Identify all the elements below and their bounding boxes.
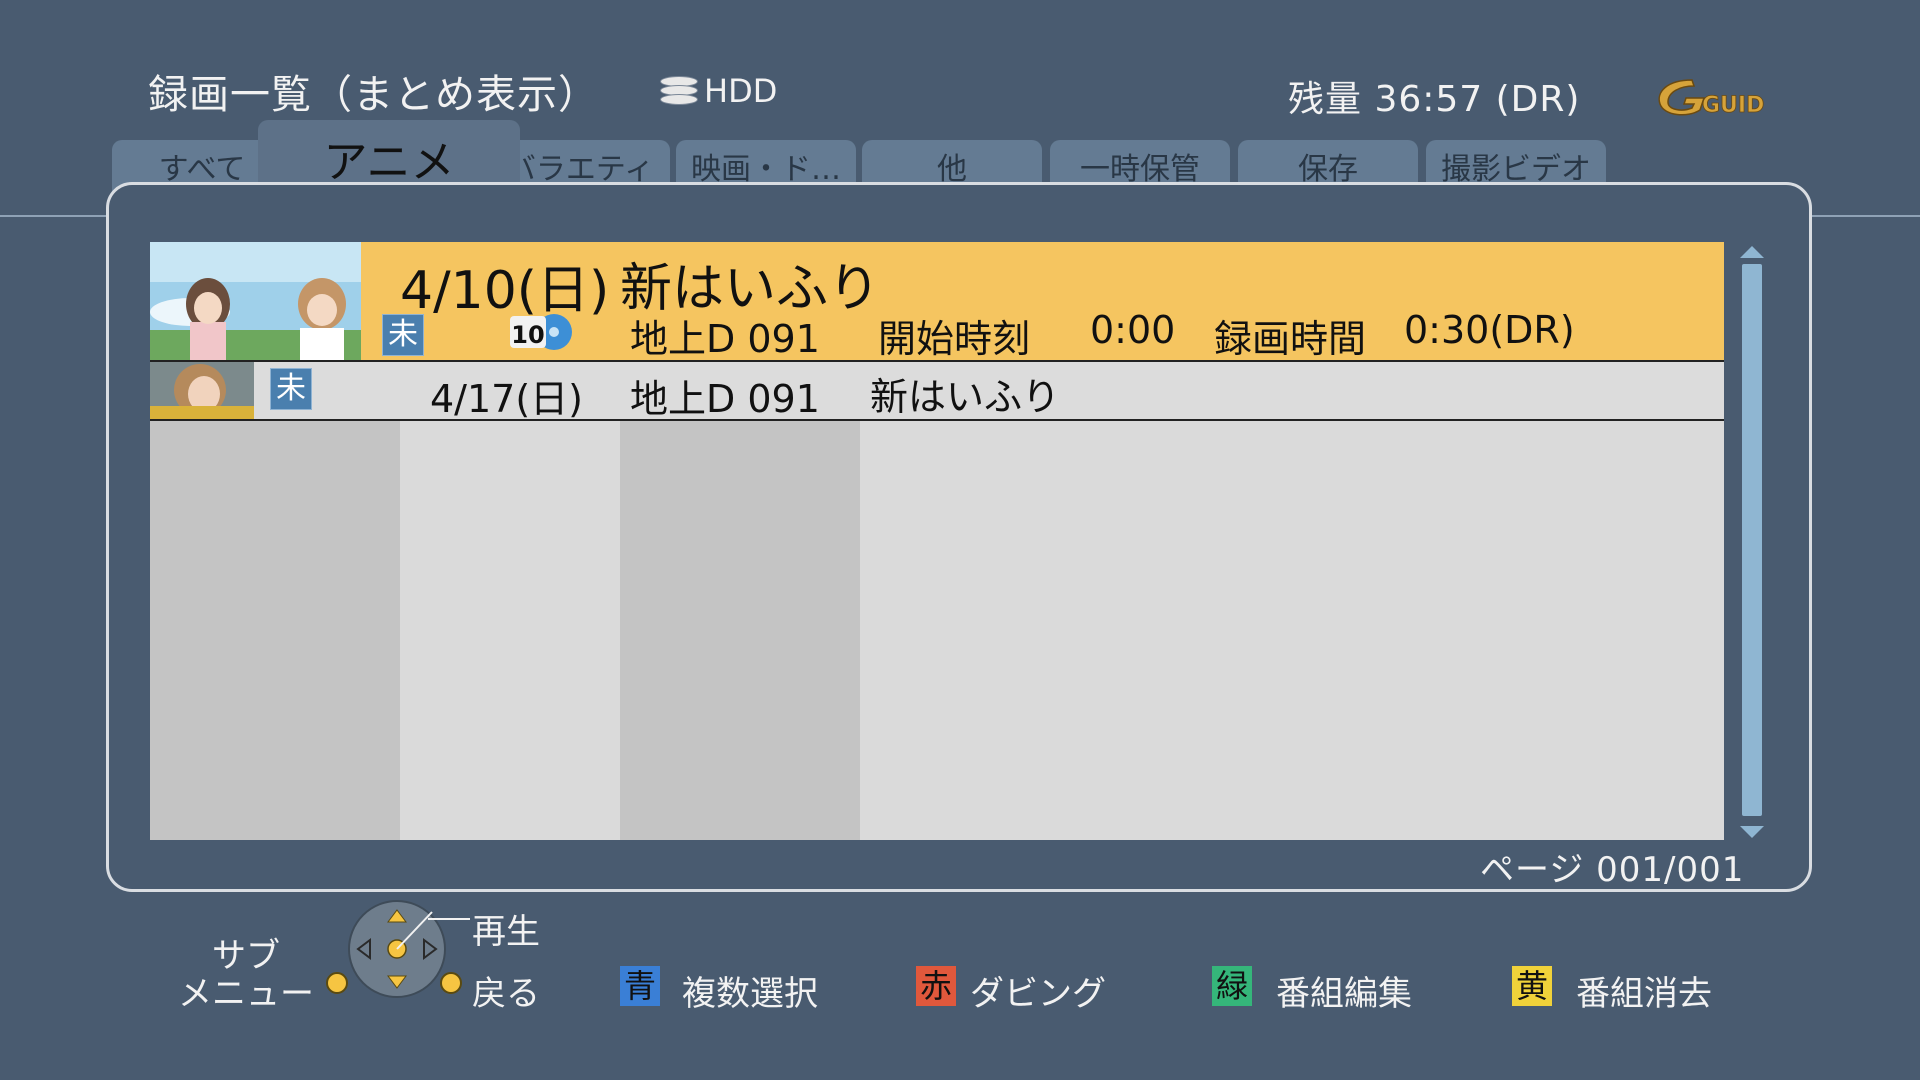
recording-title: 新はいふり	[870, 375, 1061, 419]
yellow-key-badge: 黄	[1512, 966, 1552, 1006]
blue-key-badge: 青	[620, 966, 660, 1006]
row-divider	[150, 419, 1724, 421]
scrollbar[interactable]	[1742, 264, 1762, 816]
selected-date: 4/10(日)	[400, 261, 610, 321]
page-number: 001/001	[1596, 850, 1745, 890]
delete-program-label: 番組消去	[1576, 974, 1712, 1014]
duration: 0:30(DR)	[1404, 308, 1575, 352]
disc-count-icon: 10	[510, 314, 572, 350]
dubbing-label: ダビング	[970, 974, 1106, 1014]
back-label: 戻る	[472, 974, 540, 1014]
submenu-key-icon	[326, 972, 348, 994]
edit-program-label: 番組編集	[1276, 974, 1412, 1014]
hdd-icon	[660, 76, 698, 106]
play-pointer-line	[428, 918, 470, 920]
multi-select-label: 複数選択	[682, 974, 818, 1014]
remaining-capacity: 残量 36:57 (DR)	[1288, 79, 1581, 120]
recording-date: 4/17(日)	[430, 377, 583, 421]
green-key-badge: 緑	[1212, 966, 1252, 1006]
start-time: 0:00	[1090, 308, 1176, 352]
recording-channel: 地上D 091	[630, 377, 820, 421]
selected-channel: 地上D 091	[630, 317, 820, 361]
page-indicator: ページ 001/001	[1480, 842, 1744, 891]
g-guide-logo: GUIDE	[1658, 79, 1764, 118]
dpad-arrows-icon	[356, 909, 438, 989]
scroll-up-arrow-icon[interactable]	[1740, 246, 1764, 258]
page-label: ページ	[1480, 850, 1585, 890]
disc-count: 10	[511, 321, 544, 349]
play-label: 再生	[472, 912, 540, 952]
drive-indicator: HDD	[660, 72, 777, 110]
thumbnail-image	[150, 242, 361, 360]
submenu-label-line2: メニュー	[178, 974, 314, 1014]
logo-text: GUIDE	[1702, 93, 1764, 118]
back-key-icon	[440, 972, 462, 994]
duration-label: 録画時間	[1214, 317, 1367, 361]
unwatched-badge: 未	[270, 368, 312, 410]
start-time-label: 開始時刻	[878, 317, 1031, 361]
scroll-down-arrow-icon[interactable]	[1740, 826, 1764, 838]
dpad-icon	[348, 900, 446, 998]
red-key-badge: 赤	[916, 966, 956, 1006]
drive-label: HDD	[704, 72, 778, 110]
thumbnail-image	[150, 362, 254, 419]
page-title: 録画一覧（まとめ表示）	[148, 72, 599, 118]
